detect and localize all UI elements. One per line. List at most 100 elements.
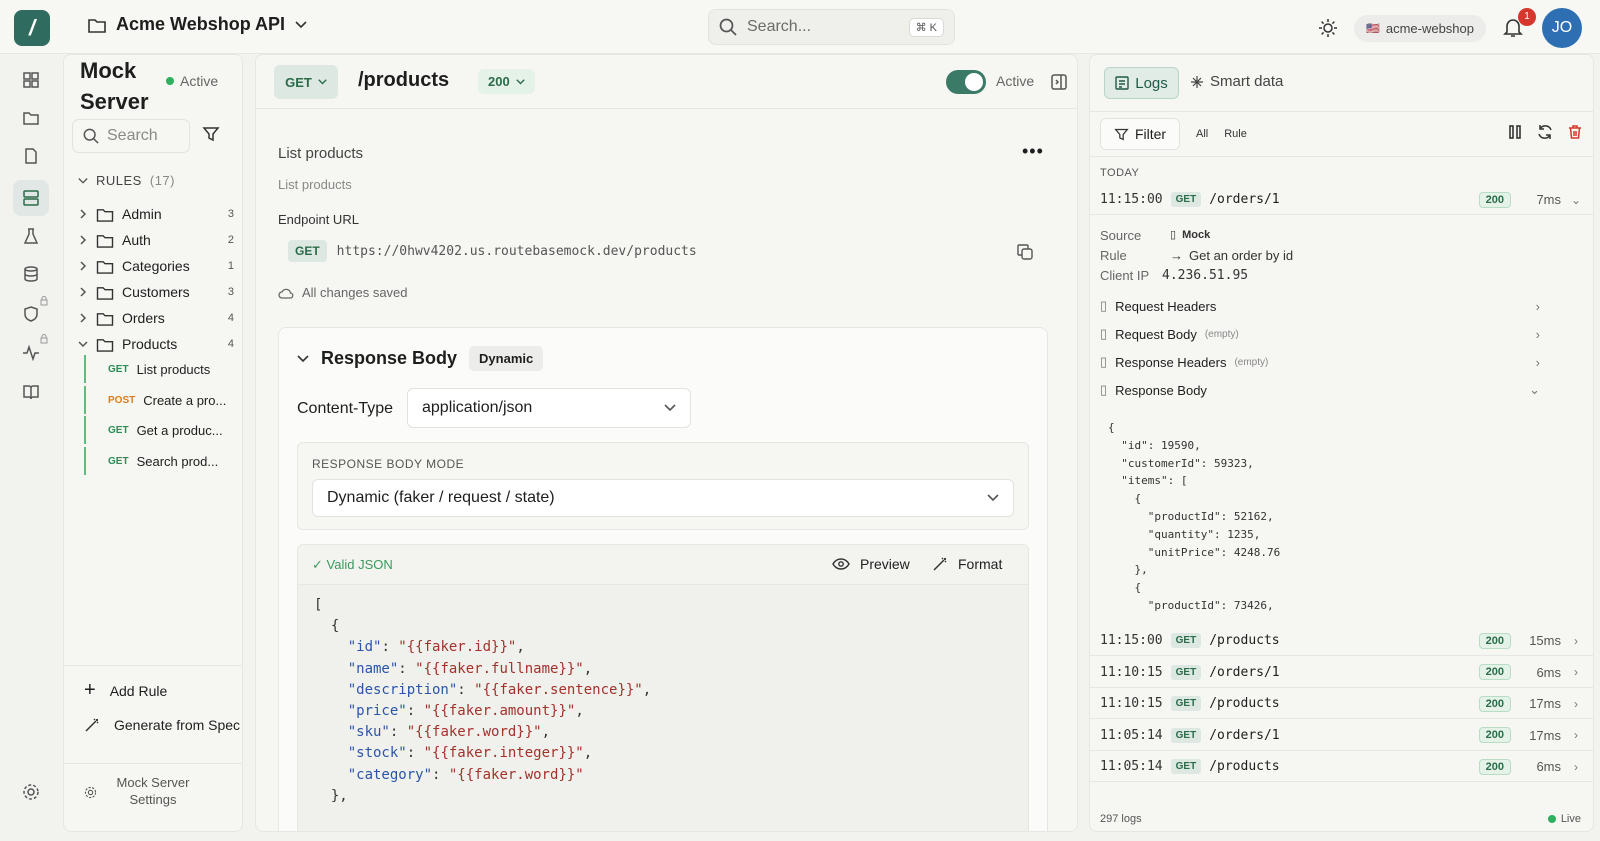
log-row[interactable]: 11:05:14 GET/orders/1 200 17ms ›	[1090, 721, 1593, 751]
mock-server-panel: Mock Server Active Search RULES (17) Adm…	[63, 54, 243, 832]
avatar[interactable]: JO	[1542, 8, 1582, 48]
rules-search-input[interactable]: Search	[72, 119, 190, 153]
code-key: "category"	[347, 766, 433, 783]
more-options-icon[interactable]: •••	[1022, 141, 1044, 162]
rail-monitoring[interactable]	[13, 334, 49, 370]
rules-header[interactable]: RULES (17)	[78, 173, 175, 188]
endpoint-description[interactable]: List products	[278, 145, 363, 162]
code-line: "description": "{{faker.sentence}}",	[314, 680, 651, 701]
folder-orders[interactable]: Orders 4	[78, 307, 234, 329]
description-placeholder[interactable]: List products	[278, 177, 352, 192]
code-editor[interactable]: ✓ Valid JSON Preview Format [ { "id": "{…	[297, 544, 1029, 831]
rule-link[interactable]: → Get an order by id	[1170, 248, 1293, 263]
cloud-icon	[278, 288, 294, 299]
rail-collections[interactable]	[13, 100, 49, 136]
rail-security[interactable]	[13, 296, 49, 332]
log-row[interactable]: 11:05:14 GET/products 200 6ms ›	[1090, 752, 1593, 782]
format-button[interactable]: Format	[932, 556, 1002, 572]
folder-count: 3	[227, 286, 234, 298]
rail-files[interactable]	[13, 138, 49, 174]
status-code-select[interactable]: 200	[478, 69, 535, 94]
folder-customers[interactable]: Customers 3	[78, 281, 234, 303]
response-mode-select[interactable]: Dynamic (faker / request / state)	[312, 479, 1014, 517]
log-row-expanded[interactable]: 11:15:00 GET /orders/1 200 7ms ⌄	[1090, 185, 1593, 215]
rail-dashboard[interactable]	[13, 62, 49, 98]
log-path: /products	[1209, 759, 1280, 774]
active-toggle[interactable]	[946, 70, 986, 94]
response-headers-section[interactable]: ▯ Response Headers (empty) ›	[1100, 354, 1540, 370]
file-icon: ▯	[1100, 354, 1108, 369]
log-path: /products	[1209, 633, 1280, 648]
mock-server-settings[interactable]: Mock Server Settings	[64, 763, 242, 808]
side-panel-icon[interactable]	[1050, 73, 1068, 91]
response-body-header[interactable]: Response Body Dynamic	[297, 346, 544, 371]
generate-from-spec-button[interactable]: Generate from Spec	[84, 717, 240, 733]
panel-title: Mock Server	[80, 55, 149, 117]
chevron-down-icon	[664, 404, 676, 412]
rail-tests[interactable]	[13, 218, 49, 254]
source-text: Mock	[1182, 228, 1211, 241]
rule-name: List products	[136, 361, 211, 377]
folder-admin[interactable]: Admin 3	[78, 203, 234, 225]
endpoint-path[interactable]: /products	[358, 69, 449, 92]
seg-all[interactable]: All	[1190, 125, 1214, 143]
tab-logs[interactable]: Logs	[1104, 67, 1179, 99]
code-bracket: [	[314, 597, 323, 613]
seg-rule[interactable]: Rule	[1218, 125, 1253, 143]
request-body-section[interactable]: ▯ Request Body (empty) ›	[1100, 326, 1540, 342]
rules-count: (17)	[149, 173, 175, 188]
chevron-down-icon: ⌄	[1529, 382, 1540, 397]
tab-smart-data[interactable]: Smart data	[1190, 73, 1283, 90]
log-row[interactable]: 11:15:00 GET/products 200 15ms ›	[1090, 626, 1593, 656]
rail-mock-server[interactable]	[13, 180, 49, 216]
grid-icon	[23, 72, 39, 88]
server-status[interactable]: Active	[166, 73, 218, 89]
log-row[interactable]: 11:10:15 GET/products 200 17ms ›	[1090, 689, 1593, 719]
content-type-select[interactable]: application/json	[407, 388, 691, 428]
rail-settings[interactable]	[13, 774, 49, 810]
rail-database[interactable]	[13, 256, 49, 292]
top-bar: / Acme Webshop API Search... ⌘ K 🇺🇸 acme…	[0, 0, 1600, 54]
rule-item[interactable]: POST Create a pro...	[84, 386, 232, 414]
valid-json-label: Valid JSON	[326, 557, 393, 572]
filter-button[interactable]: Filter	[1100, 118, 1180, 150]
filter-icon	[1114, 128, 1129, 141]
global-search[interactable]: Search... ⌘ K	[708, 9, 955, 45]
account-switcher[interactable]: 🇺🇸 acme-webshop	[1354, 14, 1486, 42]
add-rule-button[interactable]: + Add Rule	[84, 679, 167, 702]
search-icon	[719, 18, 737, 36]
project-switcher[interactable]: Acme Webshop API	[88, 14, 307, 35]
pause-icon[interactable]	[1507, 124, 1523, 140]
content-type-value: application/json	[422, 399, 533, 416]
response-body-section[interactable]: ▯ Response Body ⌄	[1100, 382, 1540, 398]
log-row[interactable]: 11:10:15 GET/orders/1 200 6ms ›	[1090, 658, 1593, 688]
refresh-icon[interactable]	[1537, 124, 1553, 140]
folder-icon	[96, 260, 114, 274]
app-logo[interactable]: /	[14, 10, 50, 46]
theme-toggle-icon[interactable]	[1318, 18, 1338, 38]
generate-label: Generate from Spec	[114, 717, 241, 733]
code-punct: ,	[575, 703, 584, 720]
rule-item[interactable]: GET Search prod...	[84, 447, 232, 475]
chevron-down-icon	[987, 494, 999, 502]
rail-docs[interactable]	[13, 374, 49, 410]
filter-icon[interactable]	[202, 125, 220, 143]
notifications-button[interactable]: 1	[1502, 8, 1536, 40]
folder-count: 4	[227, 338, 234, 350]
request-headers-section[interactable]: ▯ Request Headers ›	[1100, 298, 1540, 314]
preview-button[interactable]: Preview	[832, 556, 910, 572]
folder-products[interactable]: Products 4	[78, 333, 234, 355]
log-duration: 17ms	[1529, 696, 1561, 711]
folder-categories[interactable]: Categories 1	[78, 255, 234, 277]
method-select[interactable]: GET	[274, 65, 338, 99]
rule-item[interactable]: GET Get a produc...	[84, 416, 232, 444]
log-status: 200	[1478, 727, 1511, 743]
trash-icon[interactable]	[1567, 124, 1583, 140]
search-shortcut: ⌘ K	[908, 17, 944, 37]
folder-auth[interactable]: Auth 2	[78, 229, 234, 251]
copy-icon[interactable]	[1016, 243, 1034, 261]
rule-item[interactable]: GET List products	[84, 355, 232, 383]
valid-json-status: ✓ Valid JSON	[312, 557, 393, 573]
